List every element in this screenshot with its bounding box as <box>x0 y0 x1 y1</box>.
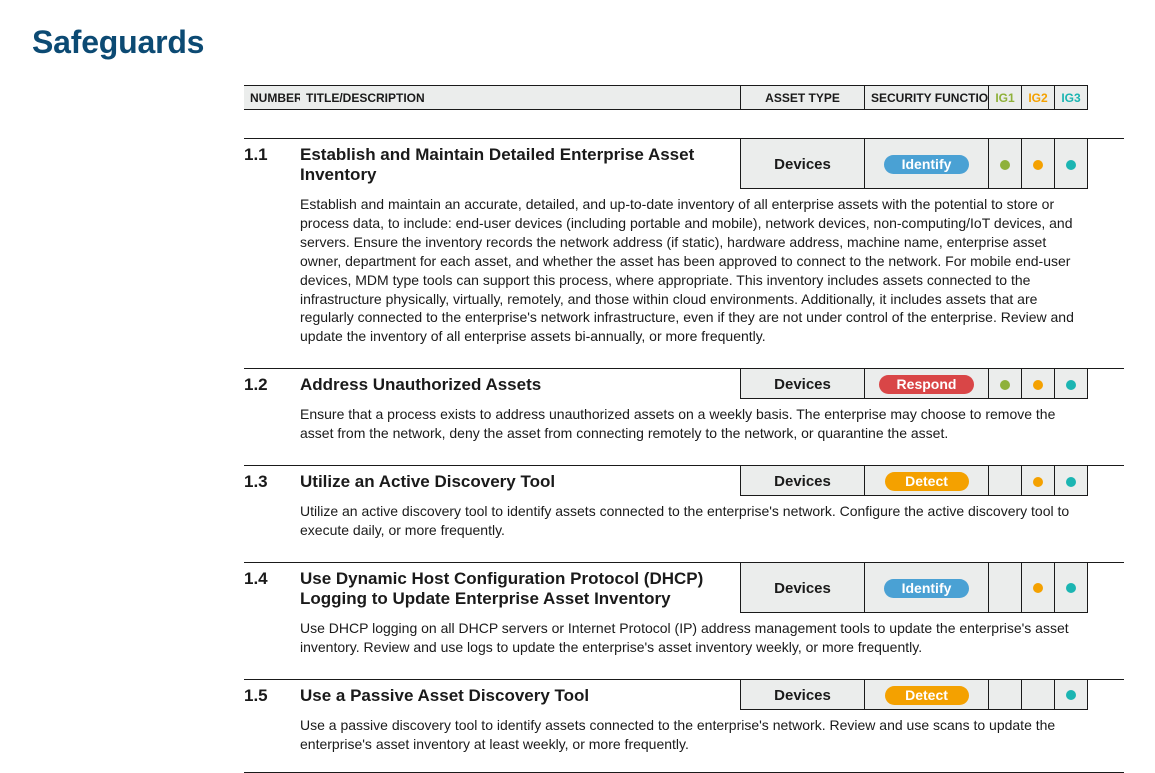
desc-spacer <box>244 716 300 754</box>
ig3-cell <box>1054 680 1088 710</box>
ig2-cell <box>1021 139 1054 189</box>
safeguard-row: 1.1Establish and Maintain Detailed Enter… <box>244 138 1124 346</box>
ig2-dot-icon <box>1033 160 1043 170</box>
ig1-cell <box>988 680 1021 710</box>
ig3-cell <box>1054 139 1088 189</box>
safeguard-number: 1.2 <box>244 369 300 399</box>
safeguard-row: 1.3Utilize an Active Discovery ToolDevic… <box>244 465 1124 540</box>
security-function-pill: Detect <box>885 472 969 491</box>
desc-spacer <box>244 405 300 443</box>
safeguard-description: Utilize an active discovery tool to iden… <box>300 502 1124 540</box>
header-number: NUMBER <box>244 85 300 110</box>
safeguard-number: 1.3 <box>244 466 300 496</box>
ig3-dot-icon <box>1066 380 1076 390</box>
safeguards-table: NUMBER TITLE/DESCRIPTION ASSET TYPE SECU… <box>244 85 1124 773</box>
ig2-dot-icon <box>1033 380 1043 390</box>
ig3-dot-icon <box>1066 690 1076 700</box>
security-function-cell: Identify <box>864 563 988 613</box>
safeguard-row: 1.2Address Unauthorized AssetsDevices Res… <box>244 368 1124 443</box>
safeguard-title: Establish and Maintain Detailed Enterpri… <box>300 139 740 189</box>
ig2-dot-icon <box>1033 583 1043 593</box>
desc-spacer <box>244 195 300 346</box>
table-header: NUMBER TITLE/DESCRIPTION ASSET TYPE SECU… <box>244 85 1124 110</box>
asset-type-cell: Devices <box>740 466 864 496</box>
ig1-cell <box>988 139 1021 189</box>
page-title: Safeguards <box>32 24 1123 61</box>
ig2-cell <box>1021 680 1054 710</box>
ig2-cell <box>1021 369 1054 399</box>
ig1-cell <box>988 563 1021 613</box>
ig1-cell <box>988 369 1021 399</box>
ig1-dot-icon <box>1000 380 1010 390</box>
security-function-pill: Identify <box>884 579 970 598</box>
header-ig2: IG2 <box>1028 91 1047 105</box>
safeguard-row: 1.5Use a Passive Asset Discovery ToolDev… <box>244 679 1124 754</box>
asset-type-cell: Devices <box>740 563 864 613</box>
ig2-cell <box>1021 563 1054 613</box>
header-security-function: SECURITY FUNCTION <box>864 85 988 110</box>
safeguard-description: Establish and maintain an accurate, deta… <box>300 195 1124 346</box>
ig2-cell <box>1021 466 1054 496</box>
security-function-cell: Detect <box>864 680 988 710</box>
security-function-cell: Identify <box>864 139 988 189</box>
ig3-cell <box>1054 563 1088 613</box>
desc-spacer <box>244 619 300 657</box>
safeguard-description: Use DHCP logging on all DHCP servers or … <box>300 619 1124 657</box>
security-function-cell: Detect <box>864 466 988 496</box>
ig1-dot-icon <box>1000 160 1010 170</box>
ig3-dot-icon <box>1066 477 1076 487</box>
ig2-dot-icon <box>1033 477 1043 487</box>
safeguard-description: Use a passive discovery tool to identify… <box>300 716 1124 754</box>
safeguard-title: Utilize an Active Discovery Tool <box>300 466 740 496</box>
safeguard-number: 1.5 <box>244 680 300 710</box>
asset-type-cell: Devices <box>740 139 864 189</box>
security-function-cell: Respond <box>864 369 988 399</box>
security-function-pill: Respond <box>879 375 975 394</box>
header-ig1: IG1 <box>995 91 1014 105</box>
header-title: TITLE/DESCRIPTION <box>300 85 740 110</box>
safeguard-title: Use Dynamic Host Configuration Protocol … <box>300 563 740 613</box>
asset-type-cell: Devices <box>740 369 864 399</box>
security-function-pill: Identify <box>884 155 970 174</box>
safeguard-title: Address Unauthorized Assets <box>300 369 740 399</box>
safeguard-row: 1.4Use Dynamic Host Configuration Protoc… <box>244 562 1124 657</box>
safeguard-number: 1.1 <box>244 139 300 189</box>
desc-spacer <box>244 502 300 540</box>
header-asset-type: ASSET TYPE <box>740 85 864 110</box>
safeguard-number: 1.4 <box>244 563 300 613</box>
asset-type-cell: Devices <box>740 680 864 710</box>
safeguard-description: Ensure that a process exists to address … <box>300 405 1124 443</box>
security-function-pill: Detect <box>885 686 969 705</box>
safeguard-title: Use a Passive Asset Discovery Tool <box>300 680 740 710</box>
ig3-dot-icon <box>1066 583 1076 593</box>
ig3-dot-icon <box>1066 160 1076 170</box>
ig3-cell <box>1054 369 1088 399</box>
header-ig3: IG3 <box>1061 91 1080 105</box>
ig3-cell <box>1054 466 1088 496</box>
ig1-cell <box>988 466 1021 496</box>
